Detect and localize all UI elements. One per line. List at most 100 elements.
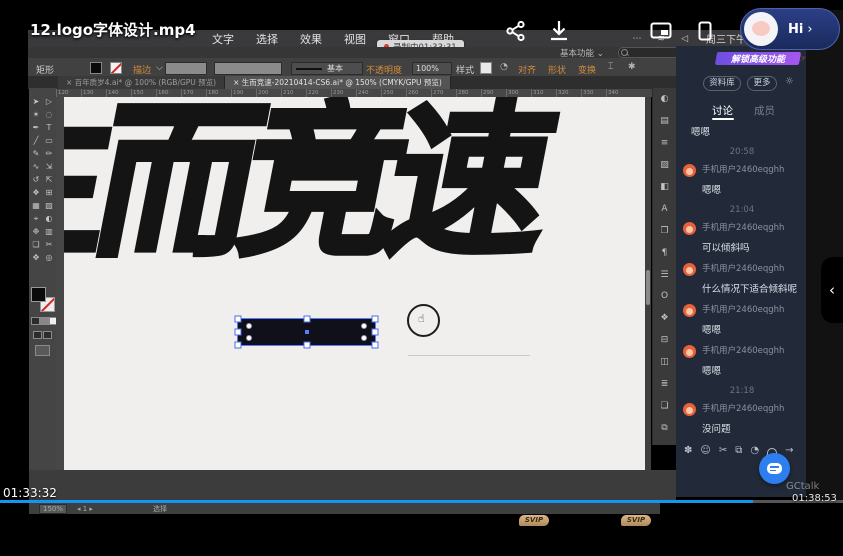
library-button[interactable]: 资料库 [703, 76, 741, 91]
line-tool-icon[interactable]: ╱ [30, 134, 43, 147]
scissors-icon[interactable]: ✂ [719, 445, 727, 456]
draw-mode-normal[interactable] [33, 331, 42, 339]
control-link-对齐[interactable]: 对齐 [518, 63, 536, 76]
lasso-tool-icon[interactable]: ◌ [43, 108, 56, 121]
options-icon[interactable]: ✱ [628, 62, 636, 72]
menubar-item[interactable]: 效果 [300, 31, 322, 47]
hand-tool-icon[interactable]: ✥ [30, 251, 43, 264]
type-tool-icon[interactable]: T [43, 121, 56, 134]
artboard-nav[interactable]: ◂ 1 ▸ [77, 505, 93, 513]
free-transform-tool-icon[interactable]: ⇲ [43, 160, 56, 173]
download-icon[interactable] [548, 19, 570, 42]
handle-e[interactable] [372, 329, 379, 336]
handle-sw[interactable] [235, 342, 242, 349]
share-icon[interactable] [505, 20, 527, 42]
image-icon[interactable]: ⧉ [735, 445, 742, 456]
color-panel-icon[interactable]: ◐ [661, 94, 669, 116]
zoom-level[interactable]: 150% [39, 504, 67, 514]
selected-rectangle[interactable] [237, 318, 376, 346]
artboards-panel-icon[interactable]: ❏ [660, 401, 668, 423]
scale-tool-icon[interactable]: ⇱ [43, 173, 56, 186]
drawer-expand-handle[interactable]: ‹ [821, 257, 843, 323]
corner-widget[interactable] [361, 335, 367, 341]
sticker-icon[interactable]: ✽ [684, 445, 692, 456]
rotate-tool-icon[interactable]: ↺ [30, 173, 43, 186]
color-mode-gradient[interactable] [40, 317, 49, 325]
gradient-panel-icon[interactable]: ▨ [660, 160, 669, 182]
appearance-panel-icon[interactable]: A [661, 204, 667, 226]
fill-swatch[interactable] [90, 62, 102, 74]
handle-s[interactable] [303, 342, 310, 349]
tab-discussion[interactable]: 讨论 [712, 103, 733, 118]
layers-panel-icon[interactable]: ≣ [661, 379, 669, 401]
perspective-grid-tool-icon[interactable]: ⊞ [43, 186, 56, 199]
recolor-icon[interactable]: ◔ [500, 62, 508, 72]
menubar-item[interactable]: 选择 [256, 31, 278, 47]
swatches-panel-icon[interactable]: ▤ [660, 116, 669, 138]
fill-color-well[interactable] [31, 287, 46, 302]
selection-tool-icon[interactable]: ➤ [30, 95, 43, 108]
handle-se[interactable] [372, 342, 379, 349]
column-graph-tool-icon[interactable]: ▥ [43, 225, 56, 238]
opacity-value[interactable]: 100% [412, 62, 452, 75]
control-link-变换[interactable]: 变换 [578, 63, 596, 76]
tab-members[interactable]: 成员 [754, 103, 775, 118]
handle-ne[interactable] [372, 316, 379, 323]
control-link-形状[interactable]: 形状 [548, 63, 566, 76]
zoom-tool-icon[interactable]: ◎ [43, 251, 56, 264]
pip-icon[interactable] [650, 22, 672, 39]
rectangle-tool-icon[interactable]: ▭ [43, 134, 56, 147]
document-tab[interactable]: × 生而竞速-20210414-CS6.ai* @ 150% (CMYK/GPU… [225, 76, 451, 89]
send-arrow-icon[interactable]: → [785, 445, 793, 456]
color-mode-color[interactable] [31, 317, 40, 325]
shape-builder-tool-icon[interactable]: ❖ [30, 186, 43, 199]
paintbrush-tool-icon[interactable]: ✎ [30, 147, 43, 160]
variable-width-dropdown[interactable]: 基本 [291, 62, 363, 75]
isolate-icon[interactable]: ⌶ [608, 62, 613, 72]
pathfinder-panel-icon[interactable]: ◫ [660, 357, 669, 379]
opacity-link[interactable]: 不透明度 [366, 63, 402, 76]
direct-selection-tool-icon[interactable]: ▷ [43, 95, 56, 108]
gradient-tool-icon[interactable]: ▨ [43, 199, 56, 212]
symbol-sprayer-tool-icon[interactable]: ❉ [30, 225, 43, 238]
magic-wand-tool-icon[interactable]: ✶ [30, 108, 43, 121]
search-input[interactable] [618, 47, 679, 58]
scroll-to-latest-button[interactable] [759, 453, 790, 484]
draw-mode-behind[interactable] [43, 331, 52, 339]
width-tool-icon[interactable]: ∿ [30, 160, 43, 173]
menubar-item[interactable]: 文字 [212, 31, 234, 47]
assistant-button[interactable]: Hi › [740, 8, 840, 50]
paragraph-panel-icon[interactable]: ☰ [660, 270, 668, 292]
more-button[interactable]: 更多 [747, 76, 777, 91]
document-tab[interactable]: × 百年质岁4.ai* @ 100% (RGB/GPU 预览) [58, 76, 225, 89]
links-panel-icon[interactable]: ⧉ [661, 423, 667, 445]
corner-widget[interactable] [246, 323, 252, 329]
stroke-weight-dropdown[interactable] [165, 62, 207, 75]
stroke-stepper[interactable]: ⌵ [156, 63, 163, 73]
handle-n[interactable] [303, 316, 310, 323]
character-panel-icon[interactable]: ¶ [662, 248, 668, 270]
progress-bar[interactable] [0, 500, 843, 503]
vertical-scrollbar[interactable] [645, 97, 651, 470]
stroke-link[interactable]: 描边 [133, 63, 151, 76]
opacity-panel-icon[interactable]: O [661, 291, 668, 313]
menubar-item[interactable]: 视图 [344, 31, 366, 47]
pencil-tool-icon[interactable]: ✏ [43, 147, 56, 160]
brush-dropdown[interactable] [214, 62, 282, 75]
artboard-canvas[interactable]: 生而竞速 ☝ [64, 97, 648, 470]
emoji-icon[interactable]: ☺ [700, 445, 710, 456]
style-swatch[interactable] [480, 62, 492, 74]
blend-tool-icon[interactable]: ◐ [43, 212, 56, 225]
slice-tool-icon[interactable]: ✂ [43, 238, 56, 251]
transparency-panel-icon[interactable]: ◧ [660, 182, 669, 204]
stroke-swatch[interactable] [110, 62, 122, 74]
pen-tool-icon[interactable]: ✒ [30, 121, 43, 134]
handle-nw[interactable] [235, 316, 242, 323]
corner-widget[interactable] [246, 335, 252, 341]
mirror-phone-icon[interactable] [698, 21, 712, 41]
stroke-panel-icon[interactable]: ≡ [661, 138, 669, 160]
align-panel-icon[interactable]: ⊟ [661, 335, 669, 357]
symbols-panel-icon[interactable]: ❖ [660, 313, 668, 335]
history-icon[interactable]: ◔ [750, 445, 759, 456]
premium-banner[interactable]: 解锁高级功能 ☞ [715, 52, 801, 65]
